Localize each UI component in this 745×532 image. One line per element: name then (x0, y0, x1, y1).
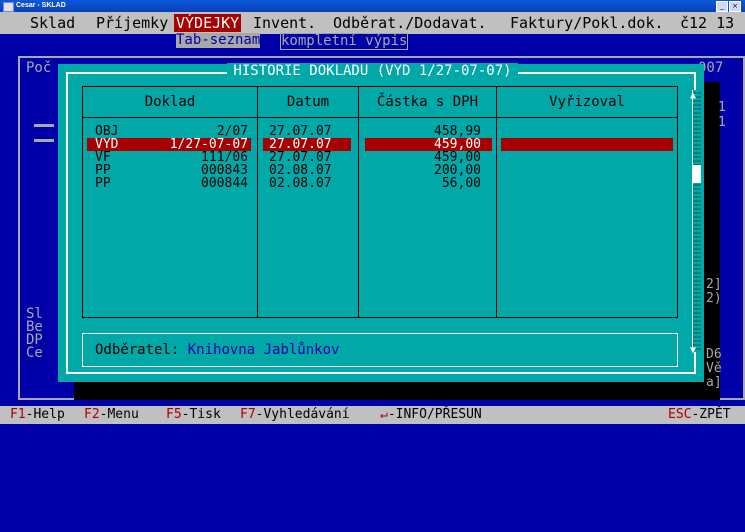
submenu-kompletni-vypis[interactable]: kompletní výpis (280, 33, 409, 50)
submenu-tab-seznam[interactable]: Tab-seznam (176, 33, 261, 48)
app-icon (3, 2, 14, 12)
f5-print-key[interactable]: F5-Tisk (166, 406, 221, 424)
function-key-bar: F1-Help F2-Menu F5-Tisk F7-Vyhledávání ↵… (0, 406, 745, 424)
background-right-values-lower: 2] 2) D6 Vě a] (706, 277, 722, 390)
background-bar (34, 124, 54, 142)
close-icon[interactable]: × (729, 1, 741, 12)
doc-amount: 56,00 (441, 176, 481, 191)
column-header-doklad[interactable]: Doklad (83, 91, 257, 113)
background-right-values: 1 1 (718, 100, 726, 130)
table-row[interactable]: PP 000843 02.08.07 200,00 (83, 164, 677, 177)
f1-action-label: -Help (25, 407, 65, 422)
scrollbar-thumb[interactable] (692, 165, 701, 183)
enter-action-label: -INFO/PŘESUN (387, 407, 482, 422)
f1-help-key[interactable]: F1-Help (10, 406, 65, 424)
history-table: Doklad Datum Částka s DPH Vyřizoval OBJ 2… (82, 86, 678, 318)
minimize-icon[interactable]: _ (716, 1, 728, 12)
scroll-down-icon[interactable]: ▼ (690, 345, 696, 356)
doc-number: 000844 (201, 176, 248, 191)
menu-vydejky[interactable]: VÝDEJKY (174, 14, 242, 32)
enter-info-key[interactable]: ↵-INFO/PŘESUN (380, 406, 482, 424)
header-divider (83, 117, 677, 118)
window-title: Cesar - SKLAD (16, 2, 66, 9)
esc-key-label: ESC (668, 407, 692, 422)
menu-invent[interactable]: Invent. (253, 12, 316, 34)
menu-faktury[interactable]: Faktury/Pokl.dok. (510, 12, 664, 34)
esc-back-key[interactable]: ESC-ZPĚT (668, 406, 731, 424)
selection-highlight (501, 138, 673, 151)
column-header-vyrizoval[interactable]: Vyřizoval (497, 91, 677, 113)
table-row[interactable]: PP 000844 02.08.07 56,00 (83, 177, 677, 190)
menu-bar: Sklad Příjemky VÝDEJKY Invent. Odběrat./… (0, 12, 745, 34)
doc-type: PP (95, 176, 111, 191)
f5-key-label: F5 (166, 407, 182, 422)
f7-key-label: F7 (240, 407, 256, 422)
scrollbar[interactable] (692, 90, 701, 352)
f5-action-label: -Tisk (181, 407, 221, 422)
f1-key-label: F1 (10, 407, 26, 422)
f2-menu-key[interactable]: F2-Menu (84, 406, 139, 424)
dialog-title: HISTORIE DOKLADU (VYD 1/27-07-07) (227, 63, 518, 79)
column-divider (257, 87, 258, 317)
f7-search-key[interactable]: F7-Vyhledávání (240, 406, 350, 424)
column-divider (358, 87, 359, 317)
column-header-castka[interactable]: Částka s DPH (359, 91, 496, 113)
column-header-datum[interactable]: Datum (258, 91, 358, 113)
esc-action-label: -ZPĚT (691, 407, 731, 422)
table-row[interactable]: VYD 1/27-07-07 27.07.07 459,00 (83, 138, 677, 151)
customer-value: Knihovna Jablůnkov (187, 342, 340, 358)
column-divider (496, 87, 497, 317)
customer-box: Odběratel: Knihovna Jablůnkov (82, 333, 678, 367)
enter-key-icon: ↵ (380, 407, 388, 422)
f7-action-label: -Vyhledávání (255, 407, 350, 422)
doc-date: 02.08.07 (269, 176, 332, 191)
f2-key-label: F2 (84, 407, 100, 422)
window-title-bar: Cesar - SKLAD _ × (0, 0, 745, 12)
customer-label: Odběratel: (95, 342, 180, 358)
dialog-title-wrap: HISTORIE DOKLADU (VYD 1/27-07-07) (0, 63, 745, 79)
f2-action-label: -Menu (99, 407, 139, 422)
table-row[interactable]: VF 111/06 27.07.07 459,00 (83, 151, 677, 164)
menu-prijemky[interactable]: Příjemky (96, 12, 168, 34)
menu-right-indicator: č12 13 (680, 14, 735, 32)
menu-odberat-dodavat[interactable]: Odběrat./Dodavat. (333, 12, 487, 34)
scroll-up-icon[interactable]: ▲ (690, 90, 696, 101)
menu-sklad[interactable]: Sklad (30, 12, 75, 34)
background-field-labels: Sl Be DP Ce (26, 306, 43, 361)
